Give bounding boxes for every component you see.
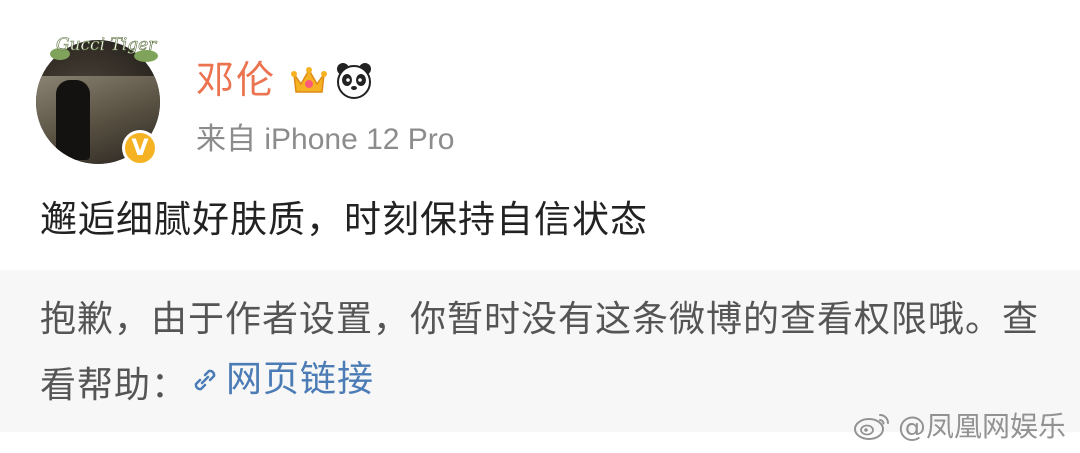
watermark-text: @凤凰网娱乐 xyxy=(897,410,1066,443)
weibo-post: Gucci Tiger V 邓伦 来自 iPhone 12 Pro 邂逅细腻好肤… xyxy=(0,0,1080,270)
post-source: 来自 iPhone 12 Pro xyxy=(196,123,455,156)
post-content: 邂逅细腻好肤质，时刻保持自信状态 xyxy=(40,198,648,241)
web-link-label: 网页链接 xyxy=(226,359,375,400)
web-link[interactable]: 网页链接 xyxy=(188,350,374,410)
username[interactable]: 邓伦 xyxy=(196,52,276,108)
link-icon xyxy=(194,369,216,391)
avatar[interactable]: Gucci Tiger V xyxy=(36,28,160,166)
avatar-logo-lettering: Gucci Tiger xyxy=(56,35,157,55)
watermark: @凤凰网娱乐 xyxy=(852,405,1066,445)
vip-badge-icon: V xyxy=(122,130,158,166)
avatar-figure xyxy=(56,80,90,160)
crown-icon xyxy=(291,67,327,93)
avatar-logo-text: Gucci Tiger xyxy=(50,35,158,62)
weibo-logo-icon xyxy=(853,414,889,440)
notice-text: 抱歉，由于作者设置，你暂时没有这条微博的查看权限哦。查看帮助： 网页链接 xyxy=(40,290,1040,416)
panda-icon xyxy=(337,63,371,99)
